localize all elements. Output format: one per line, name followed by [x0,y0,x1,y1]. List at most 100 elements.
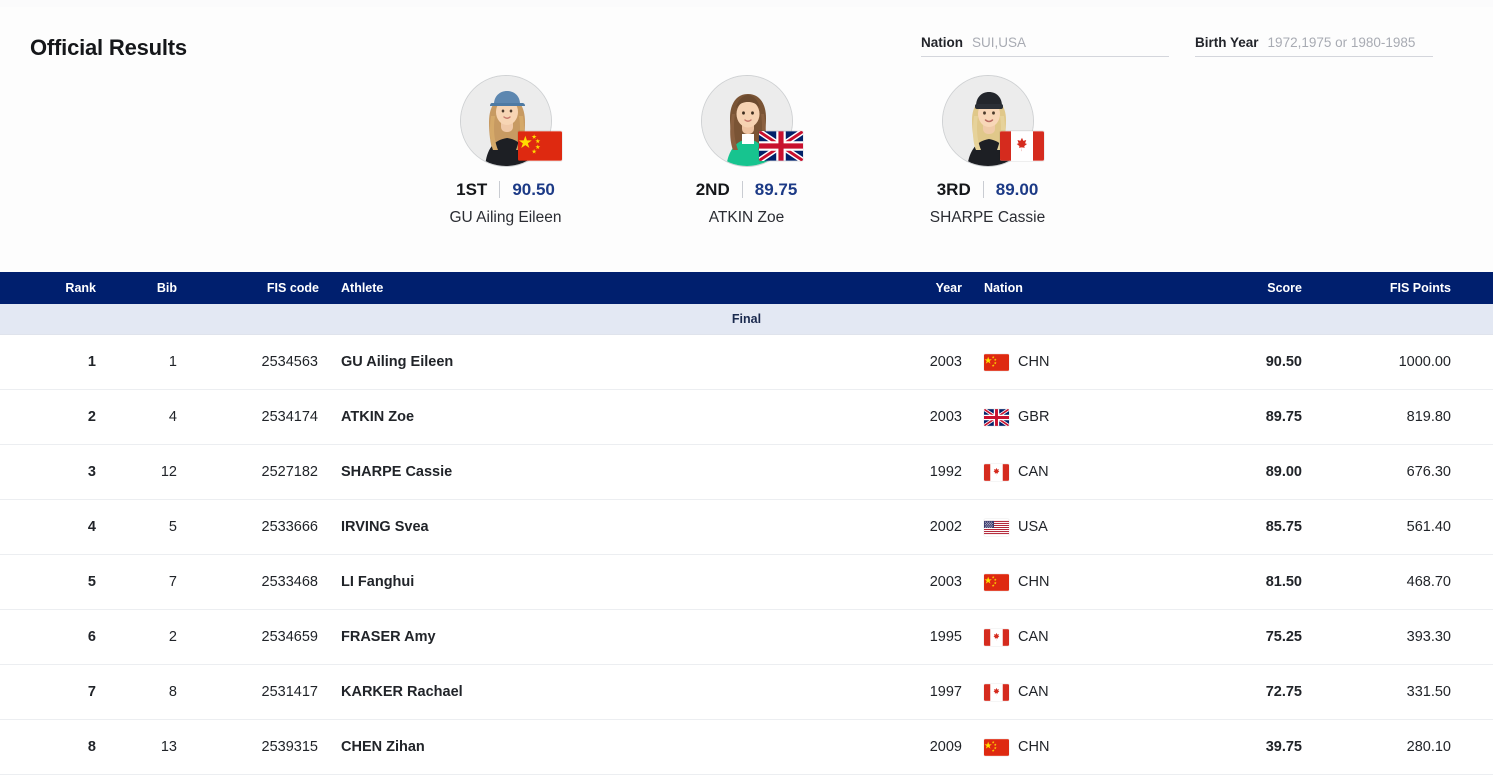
cell-athlete[interactable]: FRASER Amy [319,609,436,665]
column-header-athlete[interactable]: Athlete [319,272,383,304]
cell-bib: 13 [111,719,187,775]
column-header-fis-points[interactable]: FIS Points [1323,272,1493,304]
table-header-row: Rank Bib FIS code Athlete Year Nation Sc… [0,272,1493,304]
page-title: Official Results [30,35,187,60]
nation-filter[interactable]: Nation [921,35,1169,57]
nation-filter-label: Nation [921,35,963,50]
nation-input[interactable] [972,35,1169,50]
podium-meta: 1ST 90.50 [456,181,555,198]
cell-fis-code: 2527182 [187,444,319,500]
table-header: Rank Bib FIS code Athlete Year Nation Sc… [0,272,1493,304]
cell-athlete[interactable]: GU Ailing Eileen [319,334,453,390]
podium-item-3[interactable]: 3RD 89.00 SHARPE Cassie [925,75,1050,227]
cell-bib: 5 [111,499,187,555]
cell-year: 2003 [852,389,976,445]
cell-year: 1992 [852,444,976,500]
nation-code: CHN [1018,354,1050,370]
cell-spacer [369,499,852,555]
podium: 1ST 90.50 GU Ailing Eileen 2ND 89.75 ATK… [0,75,1493,227]
column-header-nation[interactable]: Nation [976,272,1112,304]
table-row[interactable]: 8 13 2539315 CHEN Zihan 2009 CHN 39.75 280.10 [0,719,1493,775]
cell-fis-points: 468.70 [1323,554,1493,610]
podium-meta: 2ND 89.75 [696,180,798,199]
cell-fis-code: 2533666 [187,499,319,555]
cell-nation: CHN [976,719,1112,775]
cell-athlete[interactable]: ATKIN Zoe [319,389,414,445]
podium-score-value: 89.75 [754,180,798,199]
nation-code: USA [1018,519,1048,535]
birth-year-input[interactable] [1267,35,1433,50]
cell-bib: 2 [111,609,187,665]
cell-fis-code: 2539315 [187,719,319,775]
cell-spacer [369,554,852,610]
podium-score-value: 90.50 [512,180,555,199]
nation-code: CAN [1018,464,1049,480]
podium-rank-label: 1ST [456,180,488,199]
results-card: Official Results Nation Birth Year [0,7,1493,775]
column-header-year[interactable]: Year [852,272,976,304]
cell-score: 89.00 [1112,444,1323,500]
cell-nation: CAN [976,609,1112,665]
podium-athlete-name: GU Ailing Eileen [449,209,562,226]
cell-bib: 7 [111,554,187,610]
cell-nation: CAN [976,664,1112,720]
flag-badge-gbr [758,131,803,161]
table-body: Final112534563GU Ailing Eileen2003CHN90.… [0,304,1493,775]
cell-bib: 1 [111,334,187,390]
cell-fis-points: 819.80 [1323,389,1493,445]
podium-divider [741,181,743,198]
birth-year-filter[interactable]: Birth Year [1195,35,1433,57]
table-row[interactable]: 782531417KARKER Rachael 1997 CAN 72.75331.5… [0,664,1493,720]
podium-item-2[interactable]: 2ND 89.75 ATKIN Zoe [684,75,809,227]
cell-bib: 12 [111,444,187,500]
cell-athlete[interactable]: LI Fanghui [319,554,414,610]
podium-rank-label: 3RD [936,180,971,199]
table-row[interactable]: 3122527182SHARPE Cassie 1992 CAN 89.00676.3… [0,444,1493,500]
cell-rank: 8 [0,719,111,775]
page-header: Official Results Nation Birth Year [0,7,1493,67]
flag-icon [984,573,1009,591]
column-header-fis-code[interactable]: FIS code [187,272,319,304]
flag-icon [984,628,1009,646]
cell-score: 39.75 [1112,719,1323,775]
nation-code: CHN [1018,574,1050,590]
filter-group: Nation Birth Year [921,35,1433,57]
cell-athlete[interactable]: CHEN Zihan [319,719,425,775]
podium-meta: 3RD 89.00 [936,180,1038,199]
column-header-bib[interactable]: Bib [111,272,187,304]
column-header-rank[interactable]: Rank [0,272,111,304]
flag-icon [984,738,1009,756]
table-row[interactable]: 112534563GU Ailing Eileen2003CHN90.50100… [0,334,1493,390]
table-row[interactable]: 4 5 2533666 IRVING Svea 2002 USA 85.75 561.40 [0,499,1493,555]
table-row[interactable]: 6 2 2534659 FRASER Amy 1995 CAN 75.25 393.30 [0,609,1493,665]
podium-divider [982,181,984,198]
cell-athlete[interactable]: IRVING Svea [319,499,429,555]
table-section-label: Final [0,304,1493,335]
cell-rank: 7 [0,664,111,720]
nation-code: CAN [1018,684,1049,700]
podium-athlete-name: ATKIN Zoe [708,209,785,226]
nation-code: CHN [1018,739,1050,755]
cell-bib: 8 [111,664,187,720]
cell-bib: 4 [111,389,187,445]
table-row[interactable]: 5 7 2533468 LI Fanghui 2003 CHN 81.50 468.70 [0,554,1493,610]
cell-score: 85.75 [1112,499,1323,555]
cell-rank: 1 [0,334,111,390]
podium-item-1[interactable]: 1ST 90.50 GU Ailing Eileen [443,75,568,227]
table-row[interactable]: 2 4 2534174 ATKIN Zoe 2003 GBR 89.75 819.80 [0,389,1493,445]
cell-athlete[interactable]: SHARPE Cassie [319,444,452,500]
cell-fis-code: 2533468 [187,554,319,610]
cell-fis-points: 331.50 [1323,664,1493,720]
cell-spacer [369,719,852,775]
flag-badge-chn [517,131,562,161]
cell-fis-points: 561.40 [1323,499,1493,555]
cell-year: 2003 [852,334,976,390]
cell-nation: CHN [976,554,1112,610]
cell-athlete[interactable]: KARKER Rachael [319,664,463,720]
flag-icon [984,519,1009,536]
column-header-score[interactable]: Score [1112,272,1323,304]
flag-badge-can [999,131,1044,161]
cell-spacer [369,389,852,445]
flag-icon [984,408,1009,426]
cell-nation: CHN [976,334,1112,390]
